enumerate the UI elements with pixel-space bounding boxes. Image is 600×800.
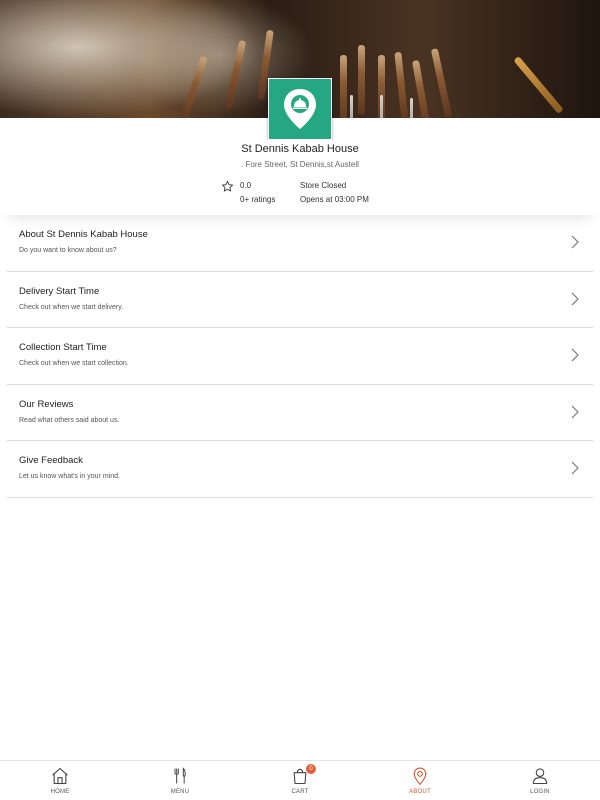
menu-item-subtitle: Check out when we start delivery. (19, 303, 124, 311)
chevron-right-icon (571, 235, 579, 249)
menu-item-title: Delivery Start Time (19, 285, 100, 297)
menu-item-collection-start-time[interactable]: Collection Start Time Check out when we … (7, 328, 593, 385)
skewer-blade (380, 95, 383, 118)
star-icon (221, 180, 234, 192)
skewer-handle (394, 51, 409, 118)
skewer-blade (410, 98, 413, 118)
menu-item-title: Give Feedback (19, 455, 83, 466)
menu-item-delivery-start-time[interactable]: Delivery Start Time Check out when we st… (7, 272, 593, 328)
skewer-handle (430, 48, 453, 118)
user-icon (532, 768, 548, 785)
menu-item-subtitle: Check out when we start collection. (19, 360, 129, 367)
menu-item-subtitle: Do you want to know about us? (19, 247, 117, 254)
store-status: Store Closed (300, 181, 347, 190)
rating-value: 0.0 (240, 181, 252, 190)
menu-item-title: About St Dennis Kabab House (19, 229, 148, 240)
chevron-right-icon (571, 348, 579, 362)
skewer-blade (350, 95, 353, 118)
bottom-navigation: HOME MENU 0 CART ABOUT LOGIN (0, 760, 600, 800)
location-pin-icon (413, 767, 427, 786)
menu-item-title: Our Reviews (19, 398, 74, 410)
chevron-right-icon (571, 405, 579, 418)
skewer-handle (513, 55, 564, 115)
opening-time: Opens at 03:00 PM (300, 195, 369, 204)
skewer-handle (411, 59, 432, 118)
location-pin-logo-icon (284, 89, 316, 129)
menu-item-give-feedback[interactable]: Give Feedback Let us know what's in your… (7, 441, 593, 498)
store-address: . Fore Street, St Dennis,st Austell (241, 160, 359, 169)
nav-home[interactable]: HOME (0, 761, 120, 800)
nav-login[interactable]: LOGIN (480, 761, 600, 800)
nav-label: LOGIN (530, 789, 550, 795)
menu-item-subtitle: Read what others said about us. (19, 416, 120, 424)
nav-about[interactable]: ABOUT (360, 761, 480, 800)
chevron-right-icon (571, 461, 579, 475)
skewer-handle (358, 45, 365, 115)
menu-item-our-reviews[interactable]: Our Reviews Read what others said about … (7, 385, 593, 441)
store-logo (268, 78, 332, 140)
skewer-handle (340, 55, 347, 118)
fork-knife-icon (174, 767, 186, 784)
nav-label: HOME (50, 789, 70, 795)
nav-menu[interactable]: MENU (120, 761, 240, 800)
store-info-card: St Dennis Kabab House . Fore Street, St … (0, 140, 600, 215)
chevron-right-icon (571, 292, 579, 305)
nav-label: MENU (170, 789, 190, 795)
about-menu-list: About St Dennis Kabab House Do you want … (7, 215, 593, 498)
menu-item-about[interactable]: About St Dennis Kabab House Do you want … (7, 215, 593, 272)
cart-count-badge: 0 (306, 764, 316, 774)
rating-count: 0+ ratings (240, 195, 276, 204)
menu-item-title: Collection Start Time (19, 342, 107, 353)
menu-item-subtitle: Let us know what's in your mind. (19, 473, 120, 480)
nav-cart[interactable]: 0 CART (240, 761, 360, 800)
home-icon (52, 767, 68, 785)
store-name: St Dennis Kabab House (241, 143, 359, 155)
nav-label: CART (291, 789, 309, 795)
nav-label: ABOUT (409, 789, 431, 795)
